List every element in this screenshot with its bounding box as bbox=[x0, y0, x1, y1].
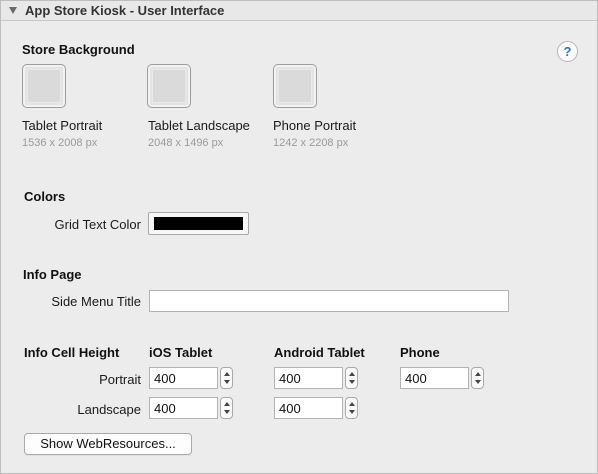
grid-text-color-swatch bbox=[154, 217, 243, 230]
info-page-title: Info Page bbox=[23, 267, 82, 282]
portrait-android-tablet-input[interactable] bbox=[274, 367, 343, 389]
phone-portrait-size: 1242 x 2208 px bbox=[273, 137, 349, 149]
disclosure-triangle-icon[interactable] bbox=[9, 7, 17, 14]
landscape-ios-tablet-stepper[interactable] bbox=[220, 397, 233, 419]
landscape-android-tablet-stepper[interactable] bbox=[345, 397, 358, 419]
portrait-row-label: Portrait bbox=[99, 372, 141, 387]
column-phone: Phone bbox=[400, 345, 440, 360]
tablet-landscape-thumbnail[interactable] bbox=[147, 64, 191, 108]
settings-panel: App Store Kiosk - User Interface ? Store… bbox=[0, 0, 598, 474]
side-menu-title-input[interactable] bbox=[149, 290, 509, 312]
phone-portrait-thumbnail[interactable] bbox=[273, 64, 317, 108]
grid-text-color-label: Grid Text Color bbox=[54, 217, 141, 232]
show-webresources-button[interactable]: Show WebResources... bbox=[24, 433, 192, 455]
info-cell-height-title: Info Cell Height bbox=[24, 345, 120, 360]
portrait-ios-tablet-stepper[interactable] bbox=[220, 367, 233, 389]
tablet-portrait-thumbnail[interactable] bbox=[22, 64, 66, 108]
phone-portrait-label: Phone Portrait bbox=[273, 118, 357, 133]
store-background-title: Store Background bbox=[22, 42, 135, 57]
landscape-row-label: Landscape bbox=[77, 402, 141, 417]
column-ios-tablet: iOS Tablet bbox=[149, 345, 213, 360]
tablet-portrait-size: 1536 x 2008 px bbox=[22, 137, 98, 149]
portrait-phone-input[interactable] bbox=[400, 367, 469, 389]
section-header-title: App Store Kiosk - User Interface bbox=[25, 3, 225, 18]
portrait-phone-stepper[interactable] bbox=[471, 367, 484, 389]
landscape-android-tablet-input[interactable] bbox=[274, 397, 343, 419]
column-android-tablet: Android Tablet bbox=[274, 345, 365, 360]
side-menu-title-label: Side Menu Title bbox=[51, 294, 141, 309]
landscape-ios-tablet-input[interactable] bbox=[149, 397, 218, 419]
portrait-ios-tablet-input[interactable] bbox=[149, 367, 218, 389]
portrait-android-tablet-stepper[interactable] bbox=[345, 367, 358, 389]
tablet-landscape-label: Tablet Landscape bbox=[148, 118, 250, 133]
tablet-portrait-label: Tablet Portrait bbox=[22, 118, 103, 133]
grid-text-color-well[interactable] bbox=[148, 212, 249, 235]
help-button[interactable]: ? bbox=[557, 41, 578, 62]
colors-title: Colors bbox=[24, 189, 66, 204]
tablet-landscape-size: 2048 x 1496 px bbox=[148, 137, 224, 149]
section-header[interactable]: App Store Kiosk - User Interface bbox=[1, 1, 597, 21]
